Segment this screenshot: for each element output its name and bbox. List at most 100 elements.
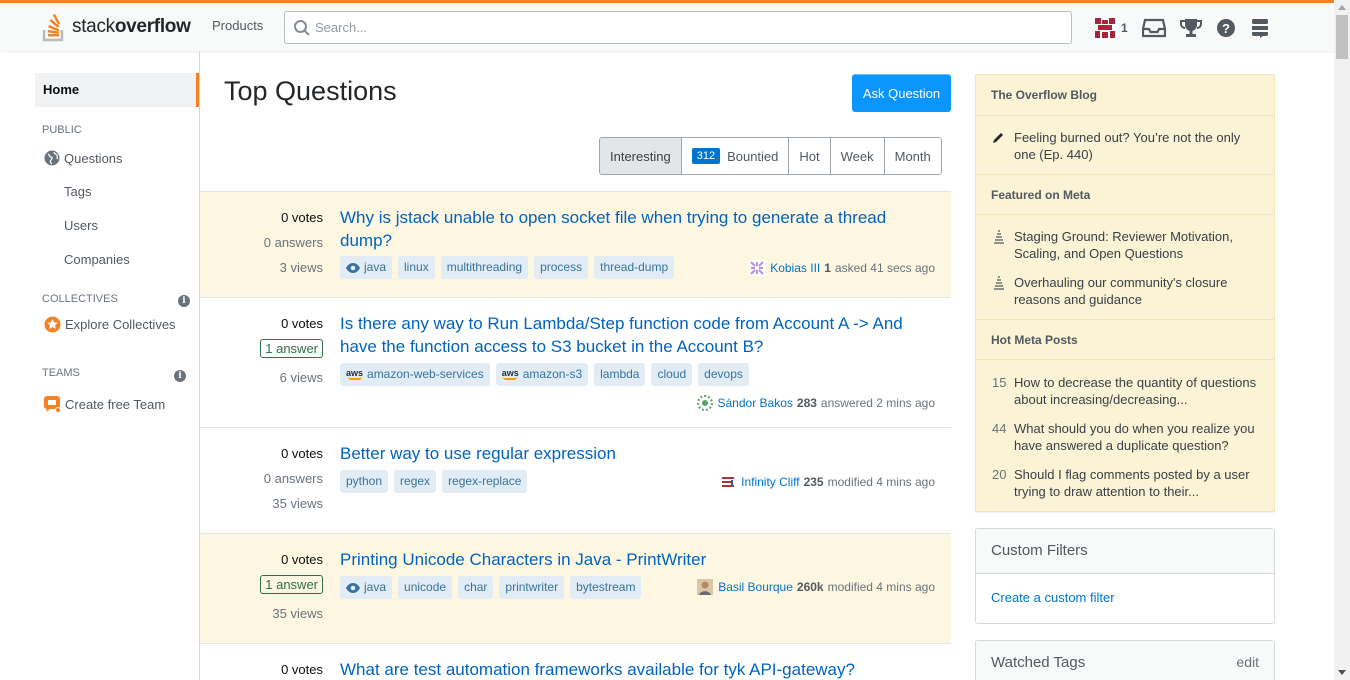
timestamp[interactable]: modified 4 mins ago [828,580,935,594]
sidebar-item-home[interactable]: Home [35,73,199,107]
tag[interactable]: cloud [651,363,693,386]
timestamp[interactable]: asked 41 secs ago [835,261,935,275]
hot-meta-post-link[interactable]: 15 How to decrease the quantity of quest… [992,374,1262,408]
question-summary: 0 votes 1 answer 6 views Is there any wa… [200,298,951,428]
tag[interactable]: bytestream [570,576,642,599]
tag[interactable]: devops [698,363,749,386]
user-reputation: 1 [824,261,831,275]
user-avatar[interactable] [720,474,737,490]
eye-icon [346,582,360,593]
search-box[interactable] [284,11,1072,44]
user-avatar[interactable] [749,260,766,276]
sidebar-item-users[interactable]: Users [64,218,98,233]
search-input[interactable] [315,12,1055,43]
user-link[interactable]: Sándor Bakos [718,396,793,410]
topbar-icons: 1 ? [1086,9,1277,47]
question-title-link[interactable]: Printing Unicode Characters in Java - Pr… [340,549,930,572]
tab-hot[interactable]: Hot [789,138,831,174]
tag[interactable]: unicode [398,576,453,599]
user-link[interactable]: Basil Bourque [718,580,793,594]
hot-meta-post-link[interactable]: 20 Should I flag comments posted by a us… [992,466,1262,500]
profile-link[interactable]: 1 [1086,9,1135,47]
tag[interactable]: linux [398,256,435,279]
question-filter-tabs: Interesting 312 Bountied Hot Week Month [599,137,942,175]
question-title-link[interactable]: Is there any way to Run Lambda/Step func… [340,313,930,358]
view-count: 3 views [279,260,323,275]
top-bar: stackoverflow Products 1 [0,0,1334,51]
tag-list: java linux multithreading process thread… [340,256,675,279]
inbox-button[interactable] [1135,9,1173,47]
vote-count: 0 votes [281,446,323,461]
achievements-button[interactable] [1173,9,1209,47]
tag[interactable]: aws amazon-s3 [495,363,589,386]
svg-text:?: ? [1222,21,1230,36]
page-title: Top Questions [224,76,397,106]
tag[interactable]: regex-replace [442,470,528,493]
view-count: 35 views [272,496,323,511]
sidebar-item-explore-collectives[interactable]: Explore Collectives [44,316,176,333]
tag[interactable]: thread-dump [594,256,675,279]
tab-bountied[interactable]: 312 Bountied [681,138,790,174]
tag[interactable]: process [534,256,589,279]
meta-icon [992,228,1014,262]
tag[interactable]: java [340,576,393,599]
section-teams: TEAMS [42,367,80,379]
watched-tags-widget: Watched Tags edit [975,640,1275,680]
timestamp[interactable]: answered 2 mins ago [821,396,935,410]
question-title-link[interactable]: Better way to use regular expression [340,443,930,466]
tag[interactable]: aws amazon-web-services [340,363,490,386]
question-list: 0 votes 0 answers 3 views Why is jstack … [200,191,951,679]
create-filter-link[interactable]: Create a custom filter [976,574,1274,621]
info-icon[interactable]: i [178,295,190,307]
help-icon: ? [1216,19,1235,37]
tag[interactable]: multithreading [440,256,529,279]
tag[interactable]: lambda [594,363,646,386]
scroll-down-arrow-icon[interactable] [1338,670,1346,675]
tag[interactable]: regex [394,470,437,493]
scroll-up-arrow-icon[interactable] [1338,5,1346,10]
question-summary: 0 votes 0 answers 35 views Better way to… [200,428,951,534]
sidebar-item-create-team[interactable]: Create free Team [43,395,165,413]
sidebar-item-tags[interactable]: Tags [64,184,91,199]
meta-post-link[interactable]: Overhauling our community's closure reas… [992,274,1262,308]
products-link[interactable]: Products [204,12,271,39]
page-scrollbar[interactable] [1334,0,1350,680]
reputation: 1 [1121,21,1128,35]
blog-post-link[interactable]: Feeling burned out? You’re not the only … [992,129,1262,163]
meta-post-link[interactable]: Staging Ground: Reviewer Motivation, Sca… [992,228,1262,262]
tag[interactable]: java [340,256,393,279]
edit-watched-tags-link[interactable]: edit [1236,654,1259,672]
sidebar-item-companies[interactable]: Companies [64,252,130,267]
tag[interactable]: char [458,576,494,599]
tab-week[interactable]: Week [830,138,885,174]
question-title-link[interactable]: What are test automation frameworks avai… [340,659,930,680]
vote-count: 0 votes [281,552,323,567]
info-icon[interactable]: i [174,370,186,382]
stackoverflow-logo[interactable]: stackoverflow [42,11,191,43]
tag-list: python regex regex-replace [340,470,528,493]
answer-count: 15 [992,375,1007,390]
tab-interesting[interactable]: Interesting [600,138,682,174]
timestamp[interactable]: modified 4 mins ago [828,475,935,489]
tag[interactable]: python [340,470,389,493]
ask-question-button[interactable]: Ask Question [852,74,951,112]
vote-count: 0 votes [281,662,323,677]
collectives-icon [44,316,61,333]
tag[interactable]: printwriter [499,576,565,599]
scrollbar-thumb[interactable] [1336,15,1348,59]
sidebar-item-questions[interactable]: Questions [44,150,123,166]
hot-meta-post-link[interactable]: 44 What should you do when you realize y… [992,420,1262,454]
tab-month[interactable]: Month [884,138,941,174]
user-link[interactable]: Infinity Cliff [741,475,799,489]
bounty-count-badge: 312 [691,148,721,164]
user-avatar[interactable] [697,579,714,595]
avatar [1093,16,1117,40]
user-link[interactable]: Kobias III [770,261,820,275]
help-button[interactable]: ? [1209,9,1243,47]
aws-icon: aws [346,368,364,380]
hot-meta-heading: Hot Meta Posts [976,319,1274,360]
user-avatar[interactable] [696,395,713,411]
question-summary: 0 votes 0 answers 3 views Why is jstack … [200,192,951,298]
question-title-link[interactable]: Why is jstack unable to open socket file… [340,207,930,252]
site-switcher-button[interactable] [1243,9,1277,47]
